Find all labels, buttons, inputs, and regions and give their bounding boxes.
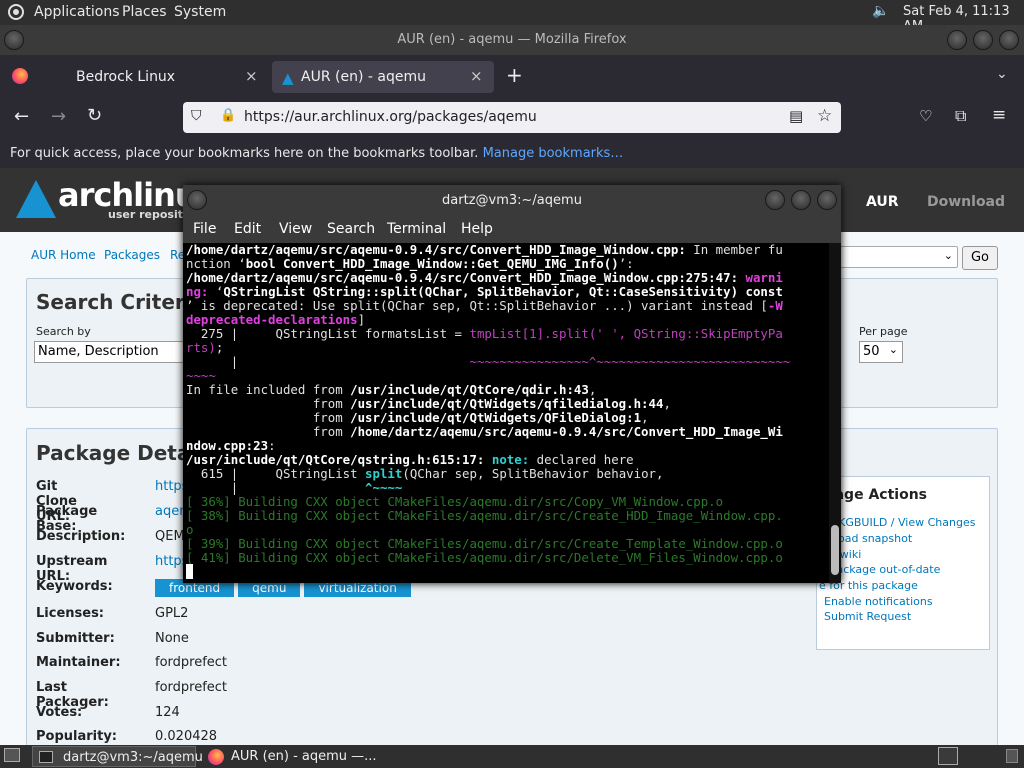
- menu-file[interactable]: File: [193, 221, 216, 237]
- bookmarks-toolbar: For quick access, place your bookmarks h…: [0, 139, 1024, 168]
- submit-request-link[interactable]: Submit Request: [824, 610, 911, 623]
- close-window-icon[interactable]: [817, 190, 837, 210]
- per-page-select[interactable]: 50 ⌄: [859, 341, 903, 363]
- bookmark-star-icon[interactable]: ☆: [817, 106, 832, 126]
- firefox-titlebar[interactable]: AUR (en) - aqemu — Mozilla Firefox: [0, 25, 1024, 55]
- system-menu[interactable]: System: [174, 4, 226, 20]
- tab-aur-aqemu[interactable]: ▲ AUR (en) - aqemu ×: [272, 61, 494, 93]
- app-menu-icon[interactable]: ≡: [992, 105, 1006, 125]
- forward-icon[interactable]: →: [51, 106, 66, 127]
- minimize-icon[interactable]: [947, 30, 967, 50]
- terminal-titlebar[interactable]: dartz@vm3:~/aqemu: [183, 185, 841, 216]
- taskbar: dartz@vm3:~/aqemu AUR (en) - aqemu —...: [0, 745, 1024, 768]
- list-tabs-icon[interactable]: ⌄: [996, 66, 1008, 82]
- lock-icon[interactable]: 🔒: [220, 108, 236, 123]
- detail-label: Popularity:: [36, 729, 118, 744]
- distro-logo-icon[interactable]: [8, 4, 24, 20]
- terminal-icon: [39, 751, 53, 763]
- terminal-menubar: File Edit View Search Terminal Help: [183, 216, 841, 243]
- go-button[interactable]: Go: [962, 246, 998, 270]
- nav-aur[interactable]: AUR: [866, 194, 899, 210]
- taskbar-label: dartz@vm3:~/aqemu: [63, 750, 203, 765]
- window-menu-icon[interactable]: [187, 190, 207, 210]
- detail-value: fordprefect: [155, 680, 228, 695]
- menu-search[interactable]: Search: [327, 221, 375, 237]
- trash-icon[interactable]: [1006, 749, 1018, 763]
- detail-value: fordprefect: [155, 655, 228, 670]
- firefox-menu-icon[interactable]: [12, 68, 28, 84]
- tab-bar: Bedrock Linux × ▲ AUR (en) - aqemu × + ⌄: [0, 55, 1024, 97]
- per-page-label: Per page: [859, 325, 908, 338]
- close-tab-icon[interactable]: ×: [470, 67, 483, 85]
- taskbar-label: AUR (en) - aqemu —...: [231, 749, 377, 764]
- search-select[interactable]: ⌄: [838, 246, 958, 268]
- detail-label: Maintainer:: [36, 655, 121, 670]
- detail-label: Votes:: [36, 705, 83, 720]
- detail-label: Description:: [36, 529, 126, 544]
- scrollbar-thumb[interactable]: [831, 525, 839, 575]
- taskbar-item-terminal[interactable]: dartz@vm3:~/aqemu: [32, 746, 203, 767]
- detail-value: 124: [155, 705, 180, 720]
- detail-label: Submitter:: [36, 631, 115, 646]
- package-actions-box: ckage Actions w PKGBUILD / View Changes …: [816, 476, 990, 650]
- per-page-value: 50: [863, 344, 880, 359]
- menu-edit[interactable]: Edit: [234, 221, 261, 237]
- show-desktop-icon[interactable]: [4, 748, 20, 762]
- close-tab-icon[interactable]: ×: [245, 67, 258, 85]
- window-title: AUR (en) - aqemu — Mozilla Firefox: [397, 32, 627, 47]
- pocket-icon[interactable]: ♡: [919, 107, 932, 125]
- detail-label: Licenses:: [36, 606, 105, 621]
- detail-value: QEM: [155, 529, 185, 544]
- firefox-icon: [208, 749, 224, 765]
- back-icon[interactable]: ←: [14, 106, 29, 127]
- view-pkgbuild-link[interactable]: w PKGBUILD / View Changes: [819, 516, 975, 529]
- tracking-shield-icon[interactable]: ⛉: [191, 108, 202, 124]
- window-menu-icon[interactable]: [4, 30, 24, 50]
- taskbar-item-firefox[interactable]: AUR (en) - aqemu —...: [202, 746, 402, 767]
- bookmarks-hint: For quick access, place your bookmarks h…: [10, 146, 479, 161]
- manage-bookmarks-link[interactable]: Manage bookmarks…: [483, 146, 624, 161]
- enable-notifications-link[interactable]: Enable notifications: [824, 595, 933, 608]
- url-text[interactable]: https://aur.archlinux.org/packages/aqemu: [244, 109, 537, 125]
- nav-download[interactable]: Download: [927, 194, 1005, 210]
- arch-logo-icon[interactable]: [16, 180, 56, 218]
- volume-icon[interactable]: 🔈: [872, 3, 889, 19]
- reader-view-icon[interactable]: ▤: [789, 107, 803, 125]
- menu-help[interactable]: Help: [461, 221, 493, 237]
- terminal-output[interactable]: /home/dartz/aqemu/src/aqemu-0.9.4/src/Co…: [186, 243, 828, 583]
- search-criteria-heading: Search Criteria: [36, 290, 206, 314]
- search-by-select[interactable]: Name, Description: [34, 341, 184, 363]
- detail-label: Keywords:: [36, 579, 113, 594]
- tab-label: AUR (en) - aqemu: [301, 69, 426, 85]
- tab-label: Bedrock Linux: [76, 69, 176, 85]
- workspace-switcher[interactable]: [938, 747, 958, 765]
- arch-favicon-icon: ▲: [282, 69, 294, 87]
- chevron-down-icon: ⌄: [888, 343, 898, 356]
- search-by-label: Search by: [36, 325, 91, 338]
- places-menu[interactable]: Places: [122, 4, 167, 20]
- packages-link[interactable]: Packages: [104, 248, 160, 262]
- minimize-icon[interactable]: [765, 190, 785, 210]
- aur-home-link[interactable]: AUR Home: [31, 248, 96, 262]
- detail-value: GPL2: [155, 606, 189, 621]
- detail-value: None: [155, 631, 189, 646]
- tab-bedrock-linux[interactable]: Bedrock Linux ×: [40, 61, 266, 93]
- chevron-down-icon: ⌄: [943, 249, 953, 262]
- new-tab-button[interactable]: +: [506, 63, 523, 87]
- reload-icon[interactable]: ↻: [87, 105, 102, 126]
- close-window-icon[interactable]: [999, 30, 1019, 50]
- terminal-title: dartz@vm3:~/aqemu: [442, 193, 582, 208]
- url-bar[interactable]: ⛉ 🔒 https://aur.archlinux.org/packages/a…: [183, 102, 841, 133]
- menu-terminal[interactable]: Terminal: [387, 221, 446, 237]
- maximize-icon[interactable]: [973, 30, 993, 50]
- detail-value: 0.020428: [155, 729, 218, 744]
- applications-menu[interactable]: Applications: [34, 4, 120, 20]
- top-panel: Applications Places System 🔈 Sat Feb 4, …: [0, 0, 1024, 34]
- extensions-icon[interactable]: ⧉: [955, 106, 966, 126]
- maximize-icon[interactable]: [791, 190, 811, 210]
- menu-view[interactable]: View: [279, 221, 312, 237]
- terminal-scrollbar[interactable]: [829, 243, 841, 583]
- terminal-window[interactable]: dartz@vm3:~/aqemu File Edit View Search …: [183, 185, 841, 583]
